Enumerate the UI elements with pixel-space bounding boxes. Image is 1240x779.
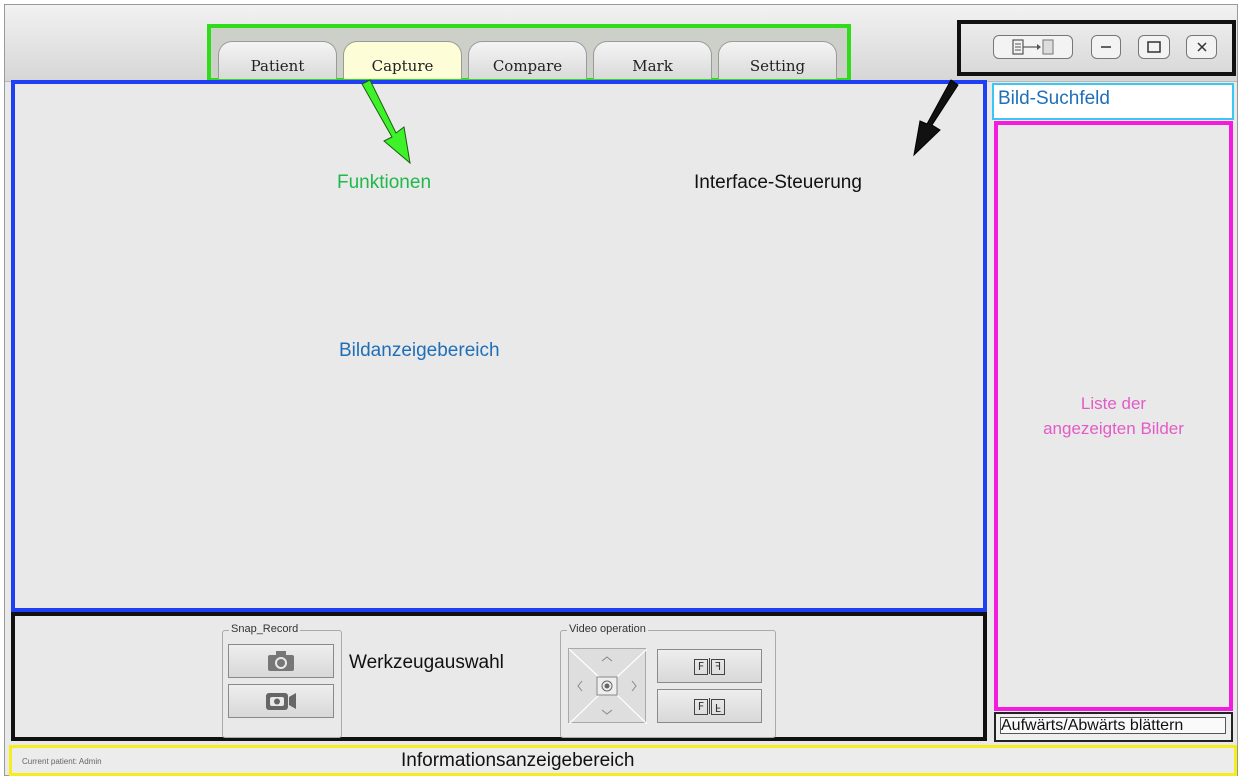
flip-vertical-icon: FF: [693, 697, 726, 715]
flip-vertical-button[interactable]: FF: [657, 689, 762, 723]
flip-horizontal-icon: FF: [693, 657, 726, 675]
camera-icon: [268, 651, 294, 671]
record-video-button[interactable]: [228, 684, 334, 718]
flip-horizontal-button[interactable]: FF: [657, 649, 762, 683]
image-list-annotation: Liste der angezeigten Bilder: [1043, 394, 1184, 438]
controls-arrow-icon: [913, 79, 959, 157]
tool-selection-area: [11, 612, 987, 741]
pan-control[interactable]: [568, 648, 648, 725]
video-operation-title: Video operation: [567, 623, 648, 635]
interface-control-annotation: Interface-Steuerung: [694, 172, 862, 193]
video-camera-icon: [266, 693, 296, 710]
displayed-images-list[interactable]: Liste der angezeigten Bilder: [994, 121, 1233, 711]
current-patient-status: Current patient: Admin: [22, 757, 102, 766]
display-area-annotation: Bildanzeigebereich: [339, 340, 500, 361]
functions-annotation: Funktionen: [337, 172, 432, 193]
tool-selection-annotation: Werkzeugauswahl: [349, 652, 504, 673]
info-area-annotation: Informationsanzeigebereich: [401, 750, 635, 771]
snap-record-title: Snap_Record: [229, 623, 301, 635]
info-display-area: Current patient: Admin Informationsanzei…: [9, 745, 1237, 776]
image-search-field[interactable]: Bild-Suchfeld: [992, 83, 1234, 120]
snap-photo-button[interactable]: [228, 644, 334, 678]
direction-pad-icon: [568, 648, 648, 725]
page-scroll-control[interactable]: Aufwärts/Abwärts blättern: [994, 712, 1233, 742]
scroll-label: Aufwärts/Abwärts blättern: [1000, 717, 1226, 734]
functions-arrow-icon: [361, 79, 411, 165]
